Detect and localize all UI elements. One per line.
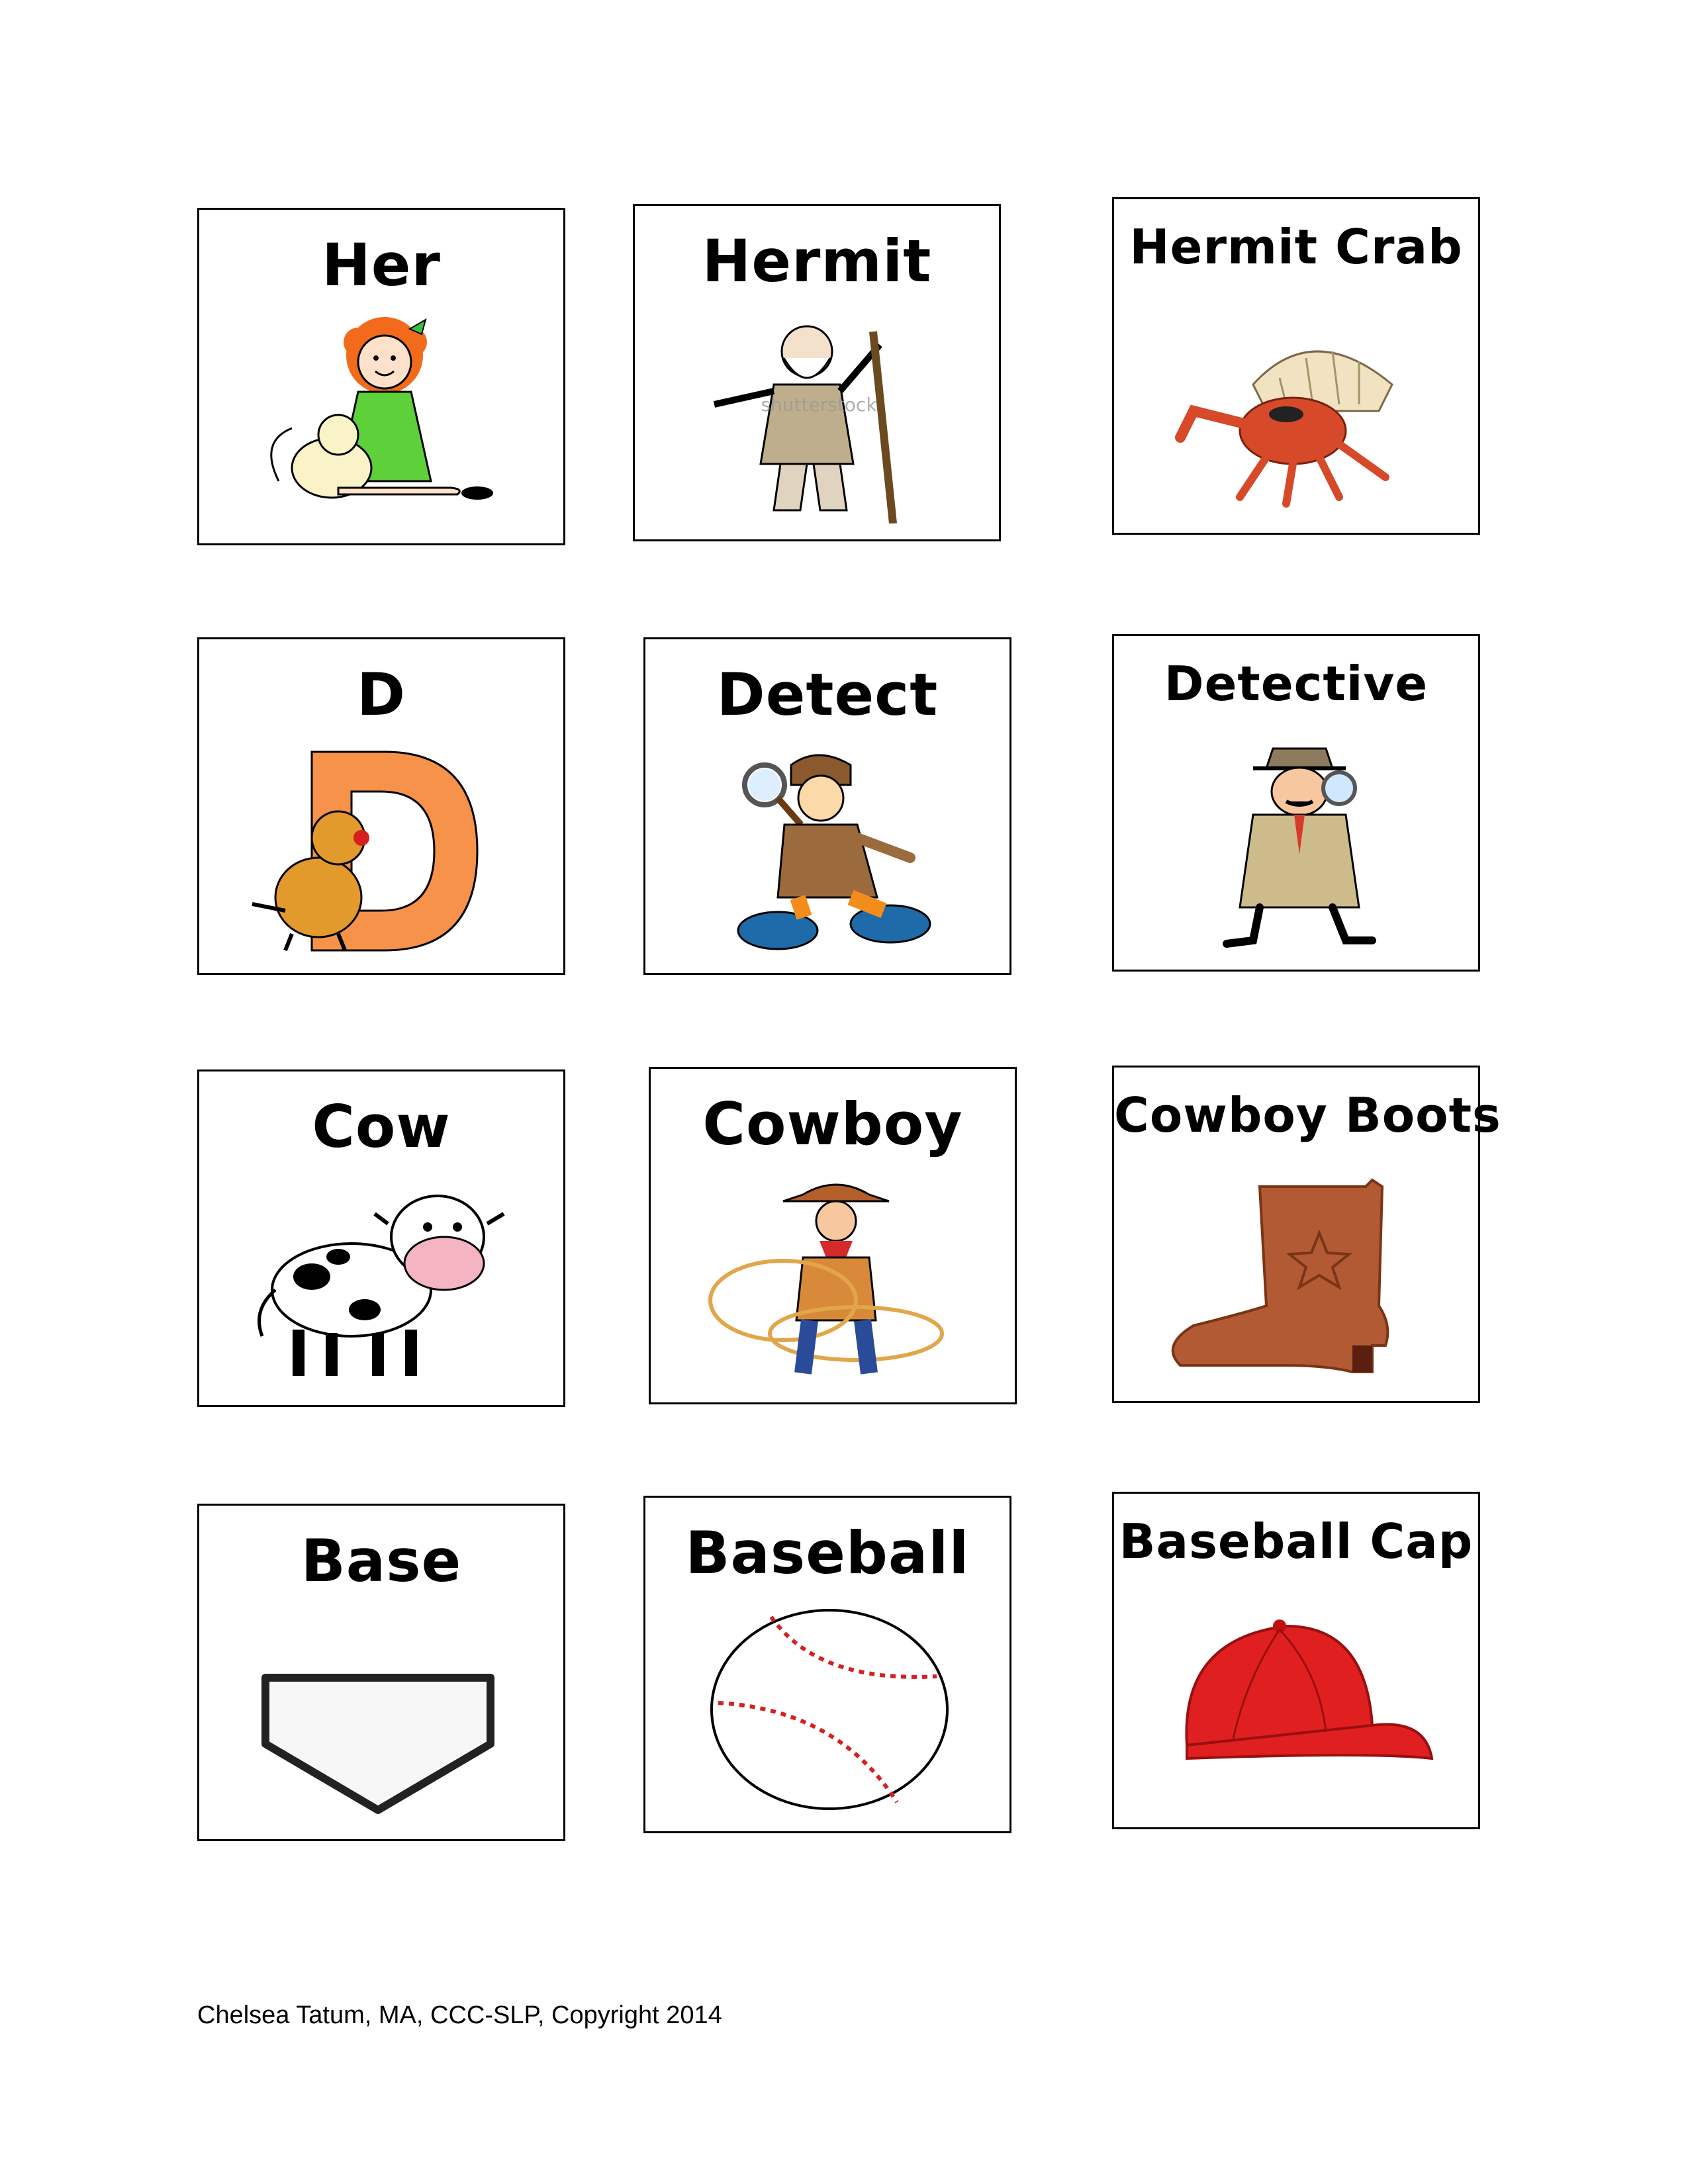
card-d: D bbox=[197, 637, 565, 975]
card-label: Cow bbox=[312, 1093, 451, 1161]
baseball-cap-picture bbox=[1185, 1619, 1434, 1760]
card-label: Baseball bbox=[685, 1519, 970, 1587]
card-label: Detect bbox=[716, 660, 939, 729]
card-base: Base bbox=[197, 1504, 565, 1841]
cowboy-boot-picture bbox=[1171, 1178, 1389, 1373]
card-label: Base bbox=[301, 1527, 462, 1595]
card-her: Her bbox=[197, 208, 565, 545]
card-baseball-cap: Baseball Cap bbox=[1112, 1492, 1480, 1829]
card-cowboy: Cowboy bbox=[649, 1067, 1017, 1404]
card-cowboy-boots: Cowboy Boots bbox=[1112, 1066, 1501, 1403]
cow-picture bbox=[258, 1195, 505, 1376]
card-label: Cowboy bbox=[702, 1090, 963, 1158]
letter-d-picture bbox=[252, 751, 479, 952]
card-label: Detective bbox=[1164, 656, 1429, 711]
detective-picture bbox=[1223, 747, 1376, 948]
girl-with-cat-picture bbox=[270, 317, 493, 500]
card-label: D bbox=[356, 660, 406, 729]
card-label: Cowboy Boots bbox=[1114, 1087, 1501, 1143]
card-label: Baseball Cap bbox=[1119, 1514, 1474, 1569]
home-plate-picture bbox=[261, 1674, 494, 1814]
card-detective: Detective bbox=[1112, 634, 1480, 972]
card-label: Her bbox=[322, 231, 441, 299]
copyright-footer: Chelsea Tatum, MA, CCC-SLP, Copyright 20… bbox=[197, 2001, 722, 2029]
hermit-crab-picture bbox=[1175, 350, 1393, 508]
card-hermit: Hermit shutterstock bbox=[633, 204, 1001, 541]
baseball-picture bbox=[710, 1609, 949, 1810]
card-detect: Detect bbox=[643, 637, 1011, 975]
card-cow: Cow bbox=[197, 1069, 565, 1407]
cowboy-picture bbox=[708, 1183, 944, 1375]
card-label: Hermit Crab bbox=[1129, 219, 1463, 275]
child-detective-picture bbox=[737, 754, 931, 950]
shutterstock-watermark: shutterstock bbox=[761, 394, 877, 416]
hermit-picture: shutterstock bbox=[713, 325, 897, 523]
card-label: Hermit bbox=[702, 227, 932, 295]
card-hermit-crab: Hermit Crab bbox=[1112, 197, 1480, 535]
card-baseball: Baseball bbox=[643, 1496, 1011, 1833]
